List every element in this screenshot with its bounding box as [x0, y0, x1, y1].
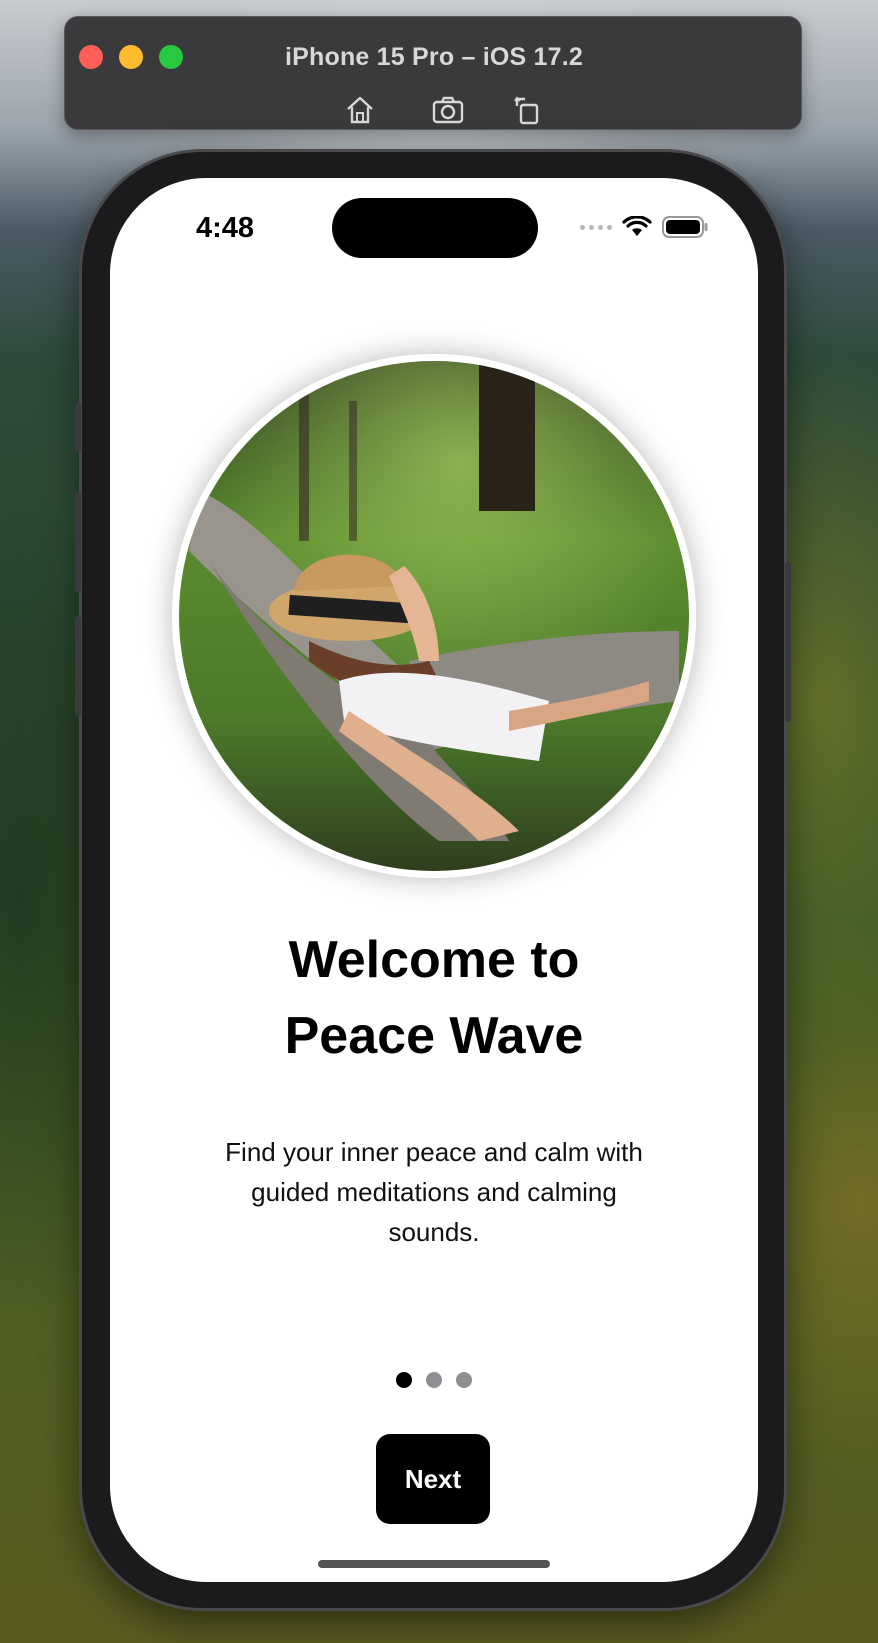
battery-icon	[662, 216, 708, 238]
description-text: Find your inner peace and calm with guid…	[225, 1137, 643, 1247]
status-time: 4:48	[196, 212, 255, 244]
page-dot-2[interactable]	[426, 1372, 442, 1388]
page-dot-3[interactable]	[456, 1372, 472, 1388]
cellular-signal-icon	[580, 224, 612, 230]
dynamic-island	[332, 198, 538, 258]
rotate-icon[interactable]	[511, 93, 545, 127]
wifi-icon	[622, 216, 652, 236]
simulator-title-bar: iPhone 15 Pro – iOS 17.2	[64, 16, 802, 130]
page-title: Welcome to Peace Wave	[110, 922, 758, 1074]
phone-screen: 4:48 Welcome to Peace Wave Find your inn…	[110, 178, 758, 1582]
side-power-button	[785, 562, 791, 722]
status-icons	[580, 214, 708, 240]
page-dot-1[interactable]	[396, 1372, 412, 1388]
page-indicator[interactable]	[110, 1372, 758, 1388]
home-indicator[interactable]	[318, 1560, 550, 1568]
title-line-1: Welcome to	[288, 931, 580, 989]
next-button[interactable]: Next	[376, 1434, 490, 1524]
volume-up-button	[75, 492, 81, 592]
hero-image-hammock	[172, 354, 696, 878]
action-button	[75, 402, 81, 452]
screenshot-icon[interactable]	[431, 93, 465, 127]
simulator-title: iPhone 15 Pro – iOS 17.2	[285, 43, 583, 71]
title-line-2: Peace Wave	[284, 1007, 584, 1065]
home-icon[interactable]	[343, 93, 377, 127]
volume-down-button	[75, 616, 81, 716]
